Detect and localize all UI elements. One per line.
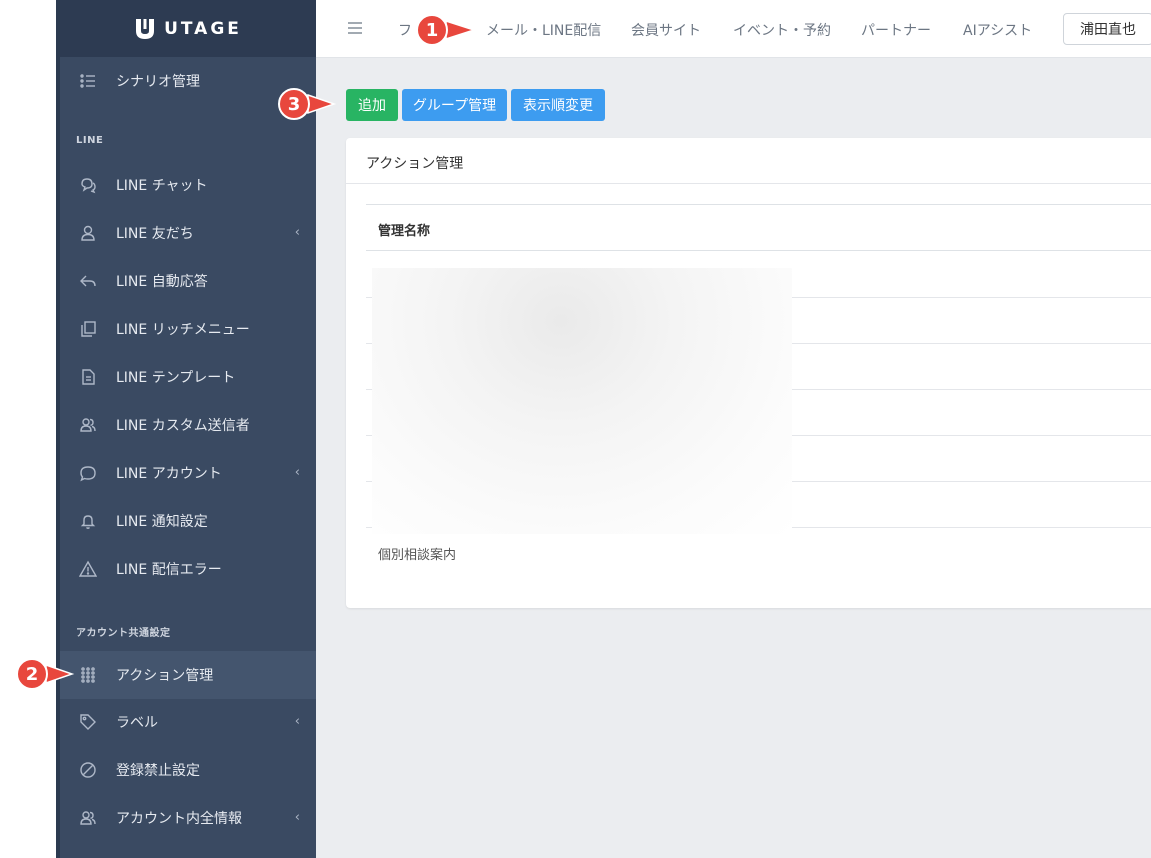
- column-header-name: 管理名称: [378, 224, 431, 239]
- sidebar-item-label: LINE チャット: [116, 178, 208, 194]
- sidebar-item-label: アカウント内全情報: [116, 811, 242, 827]
- card-title: アクション管理: [366, 156, 464, 172]
- sidebar-item-label: アクション管理: [116, 668, 214, 684]
- nav-item-funnel[interactable]: フ: [398, 20, 412, 40]
- people-icon: [78, 415, 98, 435]
- nav-item-mail-line[interactable]: メール・LINE配信: [486, 20, 601, 40]
- sidebar-item-label: LINE リッチメニュー: [116, 322, 250, 338]
- warning-icon: [78, 559, 98, 579]
- blurred-rows-overlay: [372, 268, 792, 534]
- chevron-left-icon: ‹: [294, 810, 300, 825]
- reply-icon: [78, 271, 98, 291]
- sidebar-item-label: ラベル: [116, 715, 158, 731]
- nav-item-member-site[interactable]: 会員サイト: [631, 20, 701, 40]
- sidebar-item-label: LINE アカウント: [116, 466, 222, 482]
- sidebar: UTAGE シナリオ管理 LINE LINE チャット LINE 友だち ‹ L…: [60, 0, 316, 858]
- sidebar-item-action-management[interactable]: アクション管理: [60, 651, 316, 699]
- sidebar-item-label: シナリオ管理: [116, 74, 200, 90]
- callout-marker-3: 3: [276, 86, 337, 122]
- table-row[interactable]: 個別相談案内: [378, 544, 456, 563]
- speech-bubble-icon: [78, 463, 98, 483]
- sidebar-section-header-line: LINE: [76, 135, 104, 146]
- nav-item-partner[interactable]: パートナー: [861, 20, 931, 40]
- chevron-left-icon: ‹: [294, 465, 300, 480]
- list-icon: [78, 71, 98, 91]
- nav-item-event[interactable]: イベント・予約: [733, 20, 831, 40]
- bell-icon: [78, 511, 98, 531]
- group-management-button[interactable]: グループ管理: [402, 89, 507, 121]
- hamburger-menu-icon[interactable]: [346, 19, 364, 37]
- ban-icon: [78, 760, 98, 780]
- brand-name: UTAGE: [164, 18, 242, 39]
- sidebar-item-account-all-info[interactable]: アカウント内全情報 ‹: [60, 794, 316, 842]
- people-icon: [78, 808, 98, 828]
- user-menu-button[interactable]: 浦田直也: [1063, 13, 1151, 45]
- add-button[interactable]: 追加: [346, 89, 398, 121]
- sidebar-item-registration-block[interactable]: 登録禁止設定: [60, 746, 316, 794]
- table-header-border: [366, 250, 1151, 251]
- sidebar-item-line-auto-reply[interactable]: LINE 自動応答: [60, 257, 316, 305]
- brand[interactable]: UTAGE: [60, 0, 316, 57]
- window-gutter: [0, 0, 56, 858]
- sidebar-item-line-rich-menu[interactable]: LINE リッチメニュー: [60, 305, 316, 353]
- sidebar-item-label: 登録禁止設定: [116, 763, 200, 779]
- sidebar-item-line-delivery-error[interactable]: LINE 配信エラー: [60, 545, 316, 593]
- action-management-card: アクション管理 管理名称 個別相談案内: [346, 138, 1151, 608]
- table-top-border: [366, 204, 1151, 205]
- sidebar-item-label: LINE カスタム送信者: [116, 418, 250, 434]
- chat-icon: [78, 175, 98, 195]
- sidebar-item-label: LINE 自動応答: [116, 274, 208, 290]
- person-icon: [78, 223, 98, 243]
- sidebar-item-line-account[interactable]: LINE アカウント ‹: [60, 449, 316, 497]
- tag-icon: [78, 712, 98, 732]
- sidebar-item-line-friends[interactable]: LINE 友だち ‹: [60, 209, 316, 257]
- copy-icon: [78, 319, 98, 339]
- sidebar-item-line-custom-sender[interactable]: LINE カスタム送信者: [60, 401, 316, 449]
- sidebar-item-label: LINE 通知設定: [116, 514, 208, 530]
- utage-logo-icon: [136, 18, 155, 39]
- chevron-left-icon: ‹: [294, 714, 300, 729]
- sidebar-section-header-account: アカウント共通設定: [76, 628, 171, 639]
- sidebar-item-line-notification[interactable]: LINE 通知設定: [60, 497, 316, 545]
- callout-number: 1: [426, 20, 439, 41]
- sidebar-item-line-template[interactable]: LINE テンプレート: [60, 353, 316, 401]
- nav-item-ai-assist[interactable]: AIアシスト: [963, 20, 1032, 40]
- sidebar-item-line-chat[interactable]: LINE チャット: [60, 161, 316, 209]
- callout-number: 2: [26, 664, 39, 685]
- callout-number: 3: [288, 94, 301, 115]
- sidebar-item-label: LINE テンプレート: [116, 370, 236, 386]
- chevron-left-icon: ‹: [294, 225, 300, 240]
- display-order-button[interactable]: 表示順変更: [511, 89, 605, 121]
- document-icon: [78, 367, 98, 387]
- sidebar-item-label: LINE 友だち: [116, 226, 194, 242]
- sidebar-item-label: LINE 配信エラー: [116, 562, 222, 578]
- sidebar-item-label-settings[interactable]: ラベル ‹: [60, 698, 316, 746]
- callout-marker-1: 1: [414, 12, 477, 48]
- grid-dots-icon: [78, 665, 98, 685]
- card-divider: [346, 183, 1151, 184]
- callout-marker-2: 2: [14, 656, 75, 692]
